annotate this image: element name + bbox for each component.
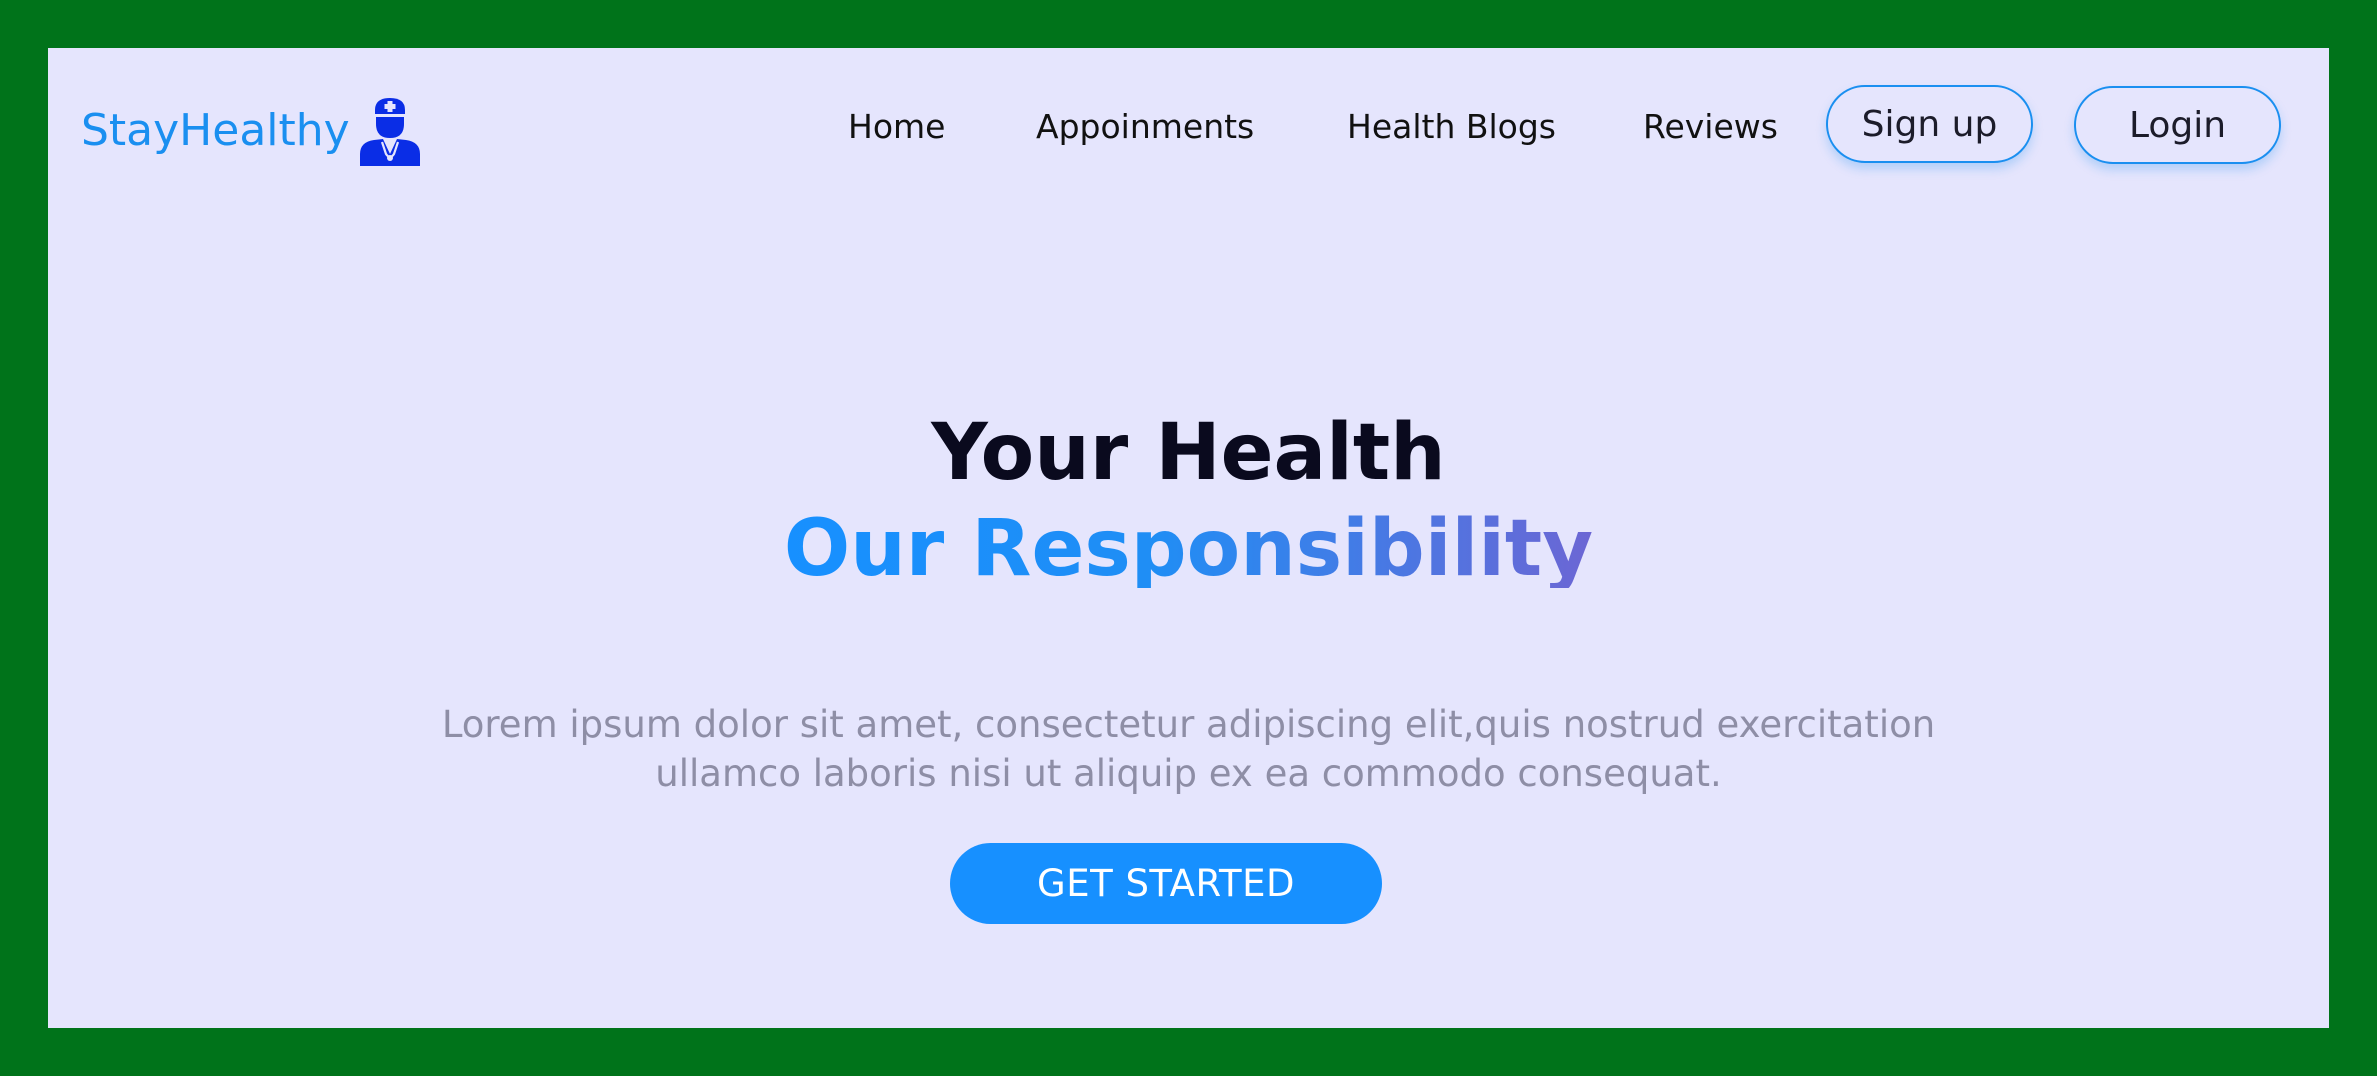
hero-title: Your Health: [931, 408, 1446, 498]
nav-appointments[interactable]: Appoinments: [1036, 102, 1254, 152]
hero-subtitle-text: Our Responsibility: [783, 504, 1594, 594]
page-frame: StayHealthy Home Appoinments Health Blog…: [0, 0, 2377, 1076]
get-started-button[interactable]: GET STARTED: [950, 843, 1382, 924]
doctor-icon: [359, 98, 420, 166]
nav-home[interactable]: Home: [848, 102, 945, 152]
nav-health-blogs[interactable]: Health Blogs: [1347, 102, 1556, 152]
brand-logo[interactable]: StayHealthy: [81, 95, 422, 167]
hero-description-line-2: ullamco laboris nisi ut aliquip ex ea co…: [655, 752, 1722, 795]
hero-description-line-1: Lorem ipsum dolor sit amet, consectetur …: [441, 703, 1936, 746]
main-panel: StayHealthy Home Appoinments Health Blog…: [48, 48, 2329, 1028]
hero-subtitle: Our Responsibility: [48, 510, 2329, 588]
hero-description: Lorem ipsum dolor sit amet, consectetur …: [48, 700, 2329, 798]
brand-name: StayHealthy: [81, 105, 350, 156]
nav-reviews[interactable]: Reviews: [1643, 102, 1778, 152]
login-button[interactable]: Login: [2074, 86, 2281, 164]
sign-up-button[interactable]: Sign up: [1826, 85, 2033, 163]
